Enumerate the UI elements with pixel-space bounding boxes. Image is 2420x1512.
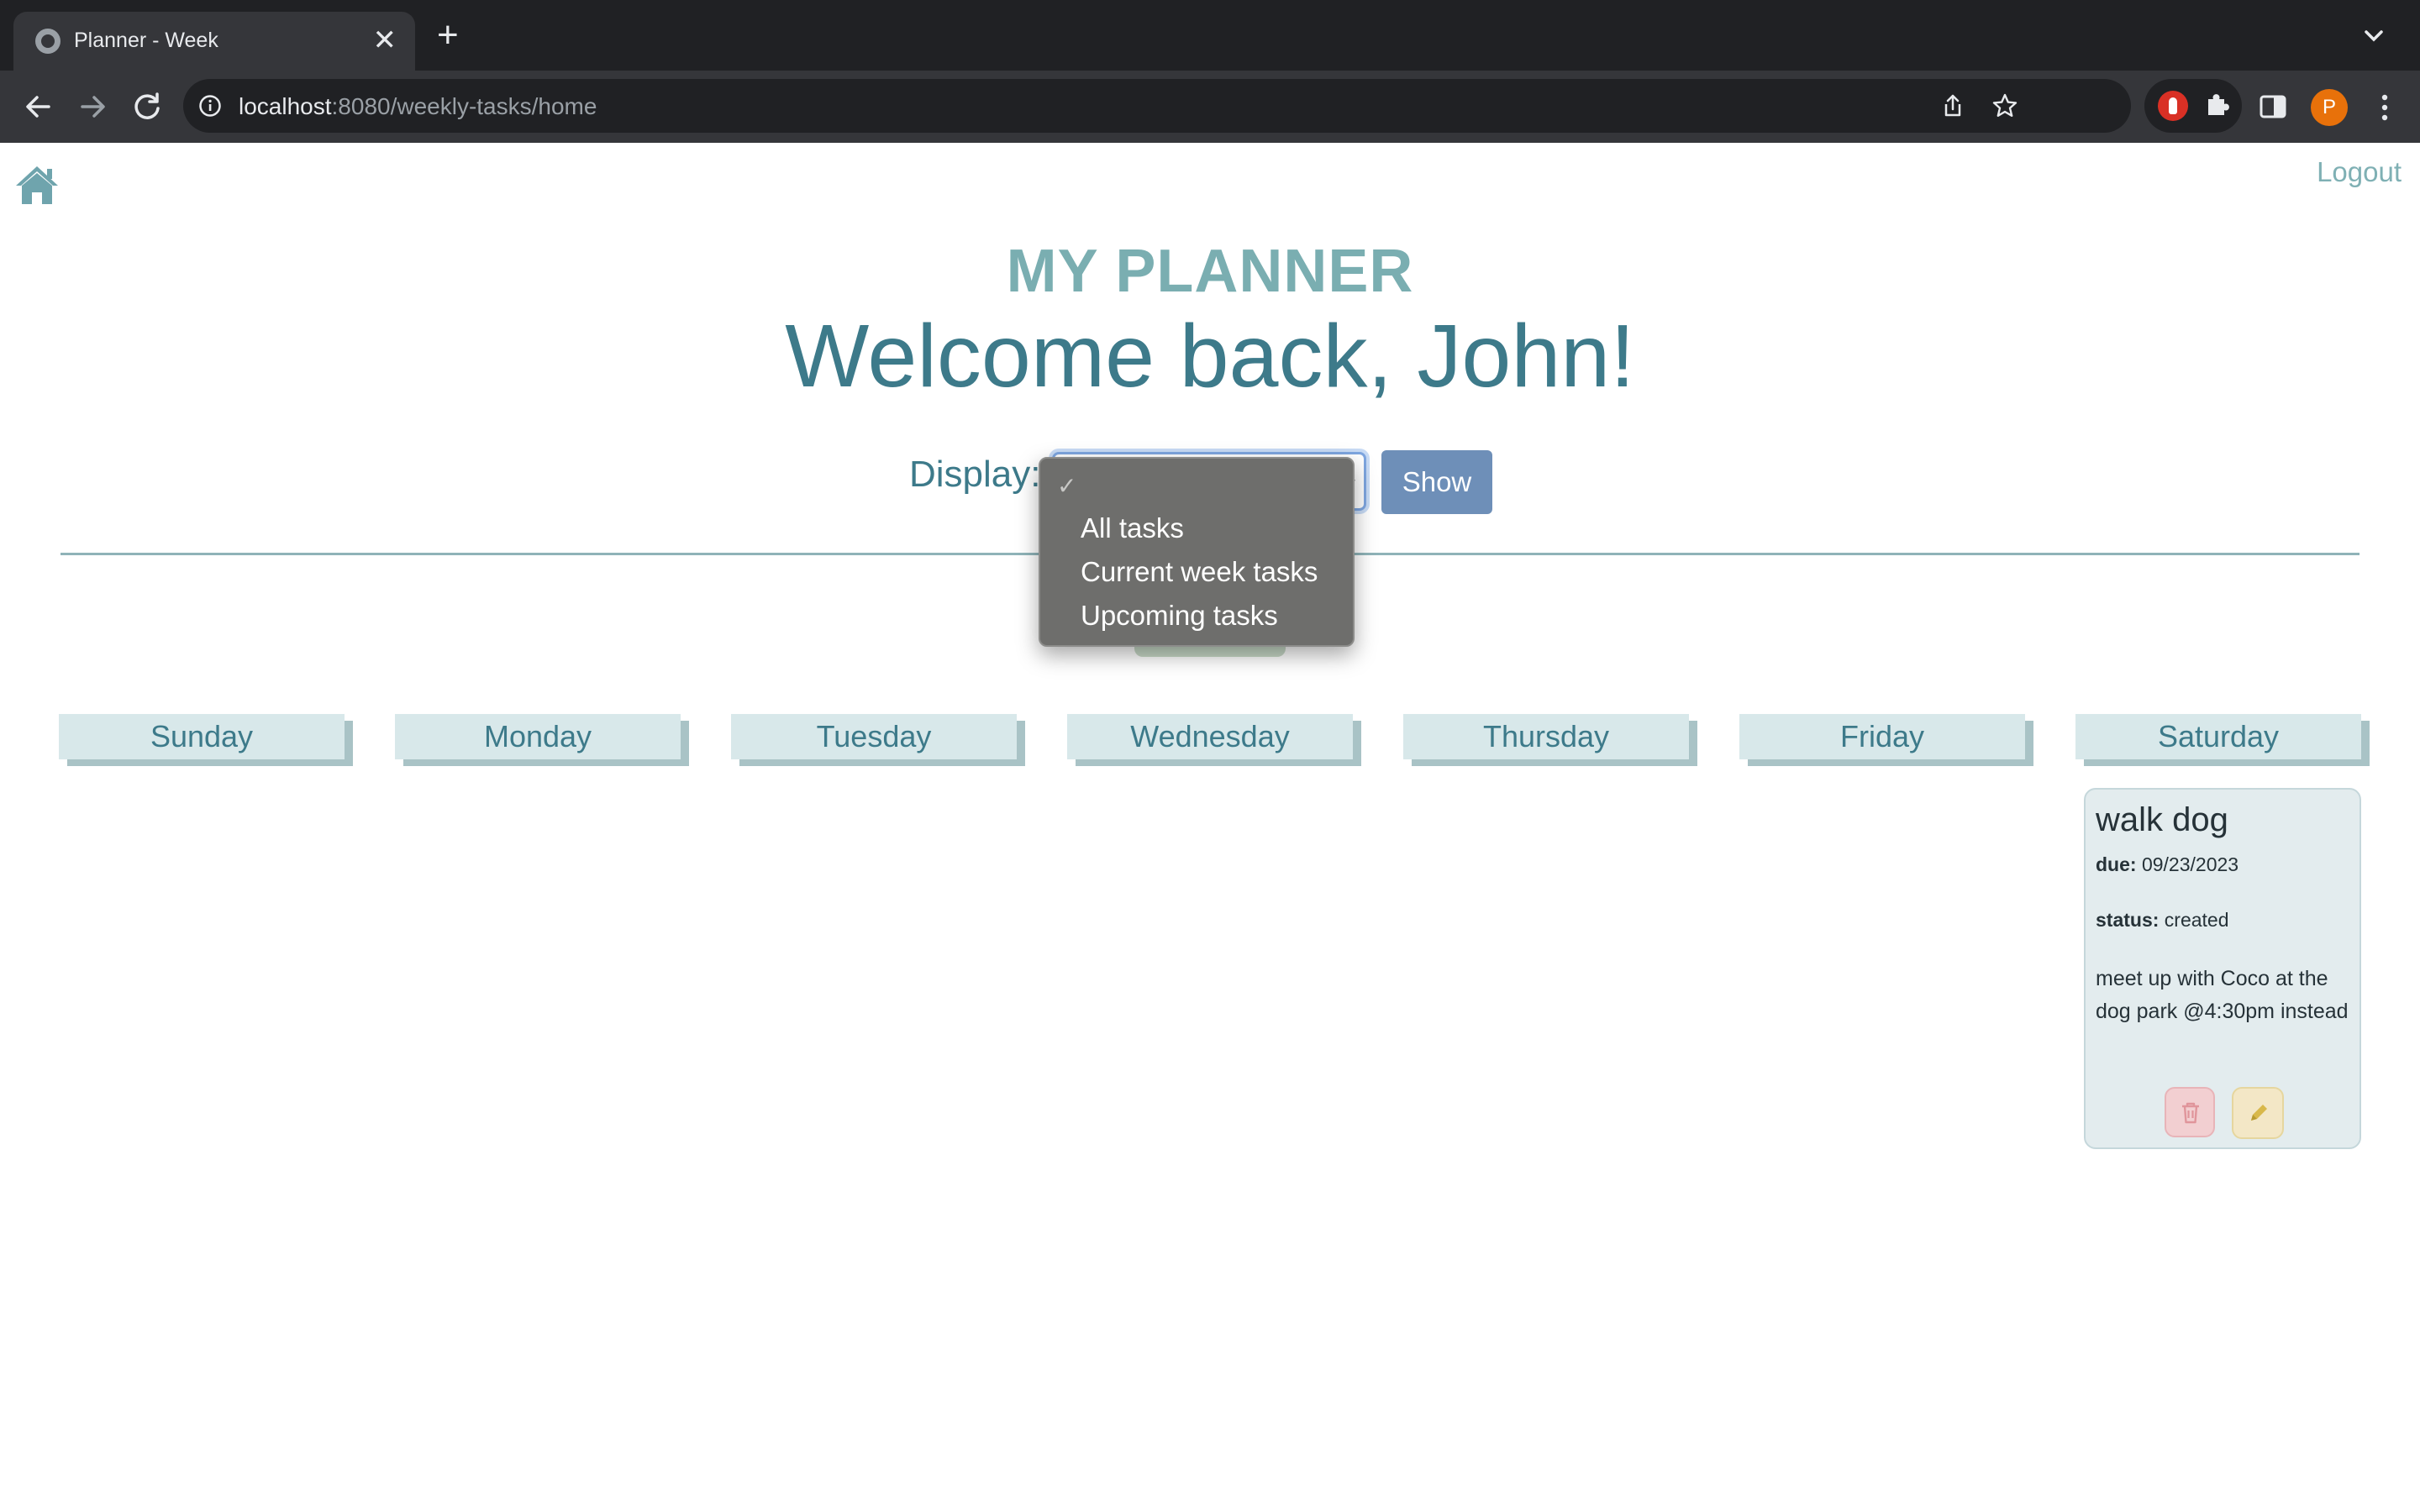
edit-task-button[interactable] — [2232, 1087, 2284, 1139]
pencil-icon — [2251, 1105, 2267, 1121]
day-label: Thursday — [1482, 719, 1610, 753]
day-label: Sunday — [150, 719, 254, 753]
display-dropdown-menu: ✓ All tasks Current week tasks Upcoming … — [1039, 457, 1355, 647]
trash-icon — [2182, 1102, 2199, 1124]
show-button[interactable]: Show — [1381, 450, 1492, 514]
task-title: walk dog — [2096, 801, 2228, 838]
browser-toolbar: localhost:8080/weekly-tasks/home P — [0, 71, 2420, 143]
day-header-friday: Friday — [1739, 714, 2025, 759]
day-header-tuesday: Tuesday — [731, 714, 1017, 759]
checkmark-icon: ✓ — [1057, 473, 1077, 499]
puzzle-extensions-icon[interactable] — [2203, 91, 2232, 119]
task-card: walk dog due: 09/23/2023 status: created… — [2084, 788, 2361, 1149]
option-upcoming-tasks[interactable]: Upcoming tasks — [1081, 600, 1278, 632]
chevron-down-icon[interactable] — [2361, 24, 2386, 49]
day-label: Tuesday — [816, 719, 932, 753]
day-header-sunday: Sunday — [59, 714, 345, 759]
logout-link[interactable]: Logout — [2317, 156, 2402, 188]
brand-title: MY PLANNER — [1006, 238, 1414, 305]
home-icon[interactable] — [13, 163, 60, 207]
day-label: Monday — [483, 719, 592, 753]
tab-close-button[interactable]: ✕ — [373, 24, 397, 57]
tab-title: Planner - Week — [74, 29, 218, 52]
task-status: status: created — [2096, 909, 2229, 931]
bookmark-star-icon[interactable] — [1991, 92, 2018, 119]
info-icon[interactable] — [198, 94, 222, 118]
kebab-menu-icon[interactable] — [2376, 91, 2393, 124]
browser-tab-strip: Planner - Week ✕ + — [0, 0, 2420, 71]
day-header-monday: Monday — [395, 714, 681, 759]
address-bar[interactable]: localhost:8080/weekly-tasks/home — [183, 79, 2131, 133]
day-header-thursday: Thursday — [1403, 714, 1689, 759]
option-current-week-tasks[interactable]: Current week tasks — [1081, 556, 1318, 588]
globe-icon — [35, 29, 60, 54]
extensions-group — [2144, 79, 2242, 133]
delete-task-button[interactable] — [2165, 1087, 2215, 1137]
browser-tab[interactable]: Planner - Week ✕ — [13, 12, 415, 71]
day-label: Wednesday — [1130, 719, 1290, 753]
display-label: Display: — [909, 454, 1041, 495]
stop-hand-extension-icon[interactable] — [2158, 91, 2188, 121]
new-tab-button[interactable]: + — [437, 17, 459, 54]
welcome-heading: Welcome back, John! — [785, 307, 1635, 406]
profile-avatar[interactable]: P — [2311, 89, 2348, 126]
option-all-tasks[interactable]: All tasks — [1081, 512, 1184, 544]
url-text[interactable]: localhost:8080/weekly-tasks/home — [239, 93, 597, 120]
back-arrow-icon[interactable] — [18, 87, 57, 126]
task-description: meet up with Coco at the dog park @4:30p… — [2096, 967, 2349, 1023]
reload-icon[interactable] — [128, 87, 166, 126]
day-header-wednesday: Wednesday — [1067, 714, 1353, 759]
planner-page: Logout MY PLANNER Welcome back, John! Di… — [0, 143, 2420, 1512]
share-icon[interactable] — [1939, 92, 1966, 119]
side-panel-icon[interactable] — [2259, 94, 2287, 119]
day-label: Friday — [1839, 719, 1925, 753]
task-due: due: 09/23/2023 — [2096, 853, 2239, 875]
forward-arrow-icon[interactable] — [74, 87, 113, 126]
day-label: Saturday — [2157, 719, 2280, 753]
day-header-saturday: Saturday — [2075, 714, 2361, 759]
